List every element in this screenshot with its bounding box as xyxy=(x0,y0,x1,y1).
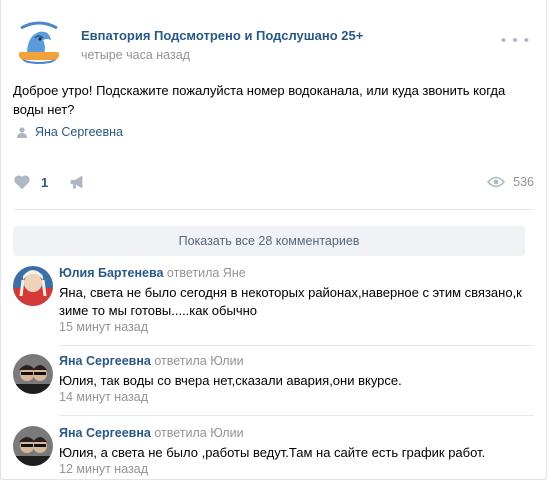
comment-author[interactable]: Яна Сергеевна ответила Юлии xyxy=(59,426,244,440)
post-signer[interactable]: Яна Сергеевна xyxy=(17,125,123,139)
comment-timestamp[interactable]: 14 минут назад xyxy=(59,390,148,404)
comment-text: Юлия, так воды со вчера нет,сказали авар… xyxy=(59,373,402,388)
comment-item: Юлия Бартенева ответила Яне Яна, света н… xyxy=(13,266,533,336)
comment-item: Яна Сергеевна ответила Юлии Юлия, так во… xyxy=(13,354,533,408)
signer-name: Яна Сергеевна xyxy=(35,125,123,139)
group-avatar[interactable] xyxy=(13,14,65,66)
like-button[interactable]: 1 xyxy=(13,174,48,190)
megaphone-icon xyxy=(70,175,83,189)
dolphin-logo-icon xyxy=(13,14,65,66)
divider xyxy=(13,209,534,210)
comment-text: Юлия, а света не было ,работы ведут.Там … xyxy=(59,445,486,460)
ellipsis-icon[interactable]: • • • xyxy=(501,32,530,49)
post-timestamp[interactable]: четыре часа назад xyxy=(81,48,190,62)
like-count: 1 xyxy=(41,174,49,190)
post-header: Евпатория Подсмотрено и Подслушано 25+ ч… xyxy=(13,14,534,66)
wall-post: Евпатория Подсмотрено и Подслушано 25+ ч… xyxy=(0,0,547,480)
share-button[interactable] xyxy=(69,174,87,193)
author-name[interactable]: Юлия Бартенева xyxy=(59,266,163,280)
group-name-link[interactable]: Евпатория Подсмотрено и Подслушано 25+ xyxy=(81,28,363,43)
avatar-photo-icon xyxy=(13,426,53,466)
reply-to[interactable]: ответила Яне xyxy=(167,266,246,280)
post-text: Доброе утро! Подскажите пожалуйста номер… xyxy=(13,83,506,117)
show-all-comments-button[interactable]: Показать все 28 комментариев xyxy=(13,226,525,256)
comment-divider xyxy=(59,415,534,416)
comment-timestamp[interactable]: 12 минут назад xyxy=(59,462,148,476)
views-count: 536 xyxy=(513,175,534,189)
author-name[interactable]: Яна Сергеевна xyxy=(59,426,151,440)
comment-text: Яна, света не было сегодня в некоторых р… xyxy=(59,285,522,318)
comment-item: Яна Сергеевна ответила Юлии Юлия, а свет… xyxy=(13,426,533,480)
post-actions: 1 536 xyxy=(13,169,534,199)
comment-author[interactable]: Яна Сергеевна ответила Юлии xyxy=(59,354,244,368)
comment-divider xyxy=(59,345,534,346)
reply-to[interactable]: ответила Юлии xyxy=(154,426,243,440)
views-counter: 536 xyxy=(487,175,534,189)
avatar[interactable] xyxy=(13,354,53,394)
avatar[interactable] xyxy=(13,426,53,466)
avatar[interactable] xyxy=(13,266,53,306)
eye-icon xyxy=(487,176,506,188)
avatar-photo-icon xyxy=(13,266,53,306)
comment-author[interactable]: Юлия Бартенева ответила Яне xyxy=(59,266,246,280)
heart-icon xyxy=(14,175,30,190)
comment-timestamp[interactable]: 15 минут назад xyxy=(59,320,148,334)
author-name[interactable]: Яна Сергеевна xyxy=(59,354,151,368)
user-icon xyxy=(17,126,27,138)
avatar-photo-icon xyxy=(13,354,53,394)
reply-to[interactable]: ответила Юлии xyxy=(154,354,243,368)
